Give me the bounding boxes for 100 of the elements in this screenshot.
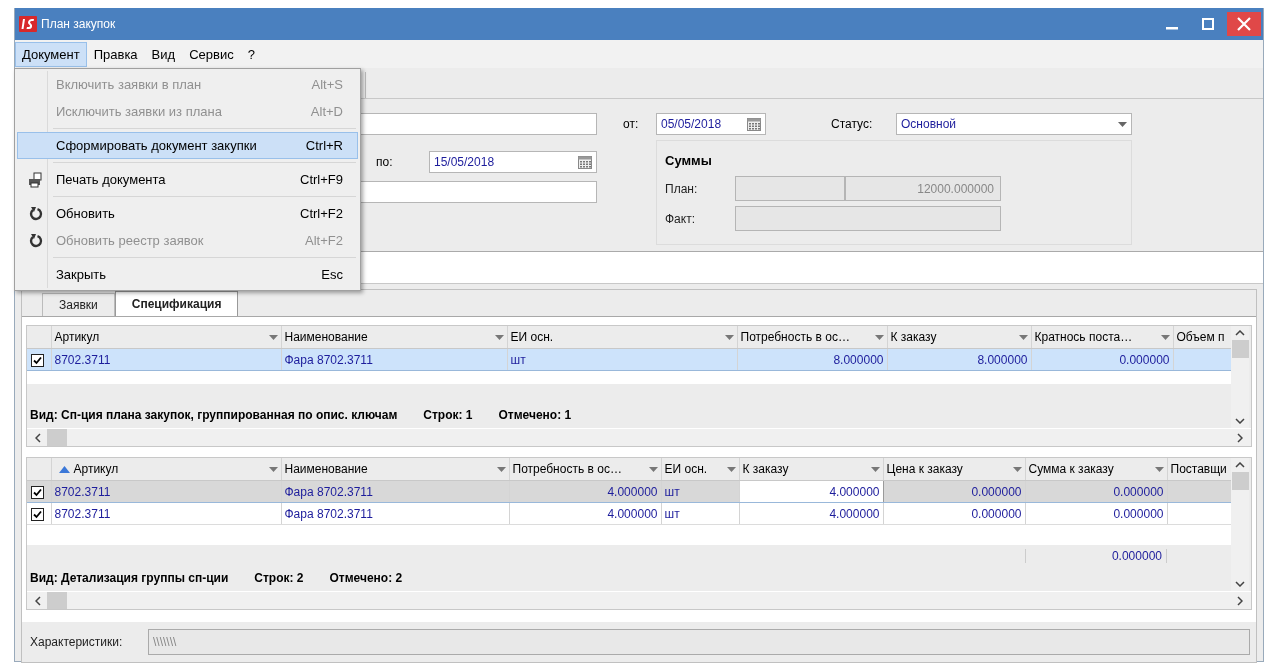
row-checkbox[interactable] <box>31 507 44 521</box>
filter-icon[interactable] <box>1154 466 1164 472</box>
row-checkbox[interactable] <box>31 353 44 367</box>
table-cell: 8702.3711 <box>51 480 281 503</box>
marked-count: Отмечено: 1 <box>498 408 572 422</box>
vertical-scrollbar[interactable] <box>1231 326 1249 428</box>
column-header[interactable]: Кратнось поста… <box>1031 326 1173 349</box>
column-header[interactable]: Поставщи <box>1167 458 1231 481</box>
marked-count: Отмечено: 2 <box>329 571 403 585</box>
row-checkbox[interactable] <box>31 485 44 499</box>
refresh-icon <box>29 233 43 248</box>
scroll-left-icon[interactable] <box>35 595 41 606</box>
filter-icon[interactable] <box>1160 334 1170 340</box>
window-title: План закупок <box>41 17 116 31</box>
filter-icon[interactable] <box>1012 466 1022 472</box>
table-cell: 0.000000 <box>1031 348 1173 371</box>
refresh-icon <box>29 206 43 221</box>
table-cell: 0.000000 <box>883 480 1025 503</box>
filter-icon[interactable] <box>724 334 734 340</box>
horizontal-scrollbar[interactable] <box>27 591 1251 609</box>
column-header[interactable]: Потребность в ос… <box>509 458 661 481</box>
filter-icon[interactable] <box>496 466 506 472</box>
field-label: от: <box>623 117 640 131</box>
scroll-up-icon[interactable] <box>1235 330 1245 336</box>
table-cell: 8702.3711 <box>51 348 281 371</box>
table-cell: шт <box>507 348 737 371</box>
filter-icon[interactable] <box>870 466 880 472</box>
menu-item[interactable]: ? <box>240 41 262 67</box>
section-title: Суммы <box>665 153 713 168</box>
tab[interactable]: Спецификация <box>114 291 239 316</box>
table-cell: 4.000000 <box>509 502 661 525</box>
column-header[interactable]: Объем п <box>1173 326 1231 349</box>
menu-item[interactable]: Документ <box>15 41 87 67</box>
field-label: Факт: <box>665 211 696 226</box>
column-header[interactable]: К заказу <box>739 458 883 481</box>
date-field[interactable]: 05/05/2018 <box>656 113 766 135</box>
column-header[interactable]: Артикул <box>51 326 281 349</box>
menu-item[interactable]: Печать документа Ctrl+F9 <box>17 166 358 193</box>
total-value: 0.000000 <box>1025 549 1167 563</box>
filter-icon[interactable] <box>494 334 504 340</box>
table-cell: шт <box>661 502 739 525</box>
scroll-right-icon[interactable] <box>1237 432 1243 443</box>
field-label: Статус: <box>831 117 874 131</box>
text-field[interactable] <box>361 251 1263 284</box>
scroll-up-icon[interactable] <box>1235 462 1245 468</box>
column-header[interactable]: Наименование <box>281 458 509 481</box>
vertical-scrollbar[interactable] <box>1231 458 1249 591</box>
plan-sum-field: 12000.000000 <box>845 176 1001 201</box>
column-header[interactable]: Потребность в ос… <box>737 326 887 349</box>
filter-icon[interactable] <box>726 466 736 472</box>
scroll-left-icon[interactable] <box>35 432 41 443</box>
close-icon <box>1237 17 1251 31</box>
scroll-down-icon[interactable] <box>1235 581 1245 587</box>
table-cell: шт <box>661 480 739 503</box>
column-header[interactable]: Наименование <box>281 326 507 349</box>
column-header[interactable]: ЕИ осн. <box>661 458 739 481</box>
filter-icon[interactable] <box>874 334 884 340</box>
table-cell: Фара 8702.3711 <box>281 348 507 371</box>
printer-icon <box>28 171 44 188</box>
calendar-icon[interactable] <box>747 117 761 131</box>
column-header[interactable]: ЕИ осн. <box>507 326 737 349</box>
field-label: Характеристики: <box>30 635 124 649</box>
date-field[interactable]: 15/05/2018 <box>429 151 597 173</box>
table-cell: 8702.3711 <box>51 502 281 525</box>
column-header[interactable]: Цена к заказу <box>883 458 1025 481</box>
column-header[interactable]: К заказу <box>887 326 1031 349</box>
table-cell: 0.000000 <box>883 502 1025 525</box>
menu-item[interactable]: Сервис <box>182 41 241 67</box>
filter-icon[interactable] <box>268 466 278 472</box>
menu-item[interactable]: Закрыть Esc <box>17 261 358 288</box>
horizontal-scrollbar[interactable] <box>27 428 1251 446</box>
scroll-down-icon[interactable] <box>1235 418 1245 424</box>
scroll-thumb[interactable] <box>1231 472 1249 490</box>
table-cell: 0.000000 <box>1025 480 1167 503</box>
scroll-thumb[interactable] <box>47 429 67 446</box>
status-dropdown[interactable]: Основной <box>896 113 1132 135</box>
tab[interactable]: Заявки <box>42 293 115 316</box>
scroll-thumb[interactable] <box>47 592 67 609</box>
sort-ascending-icon <box>58 465 70 473</box>
column-header[interactable]: Сумма к заказу <box>1025 458 1167 481</box>
field-label: План: <box>665 181 699 196</box>
filter-icon[interactable] <box>268 334 278 340</box>
table-cell: 8.000000 <box>737 348 887 371</box>
menu-item[interactable]: Правка <box>86 41 145 67</box>
table-cell: 8.000000 <box>887 348 1031 371</box>
table-cell: Фара 8702.3711 <box>281 502 509 525</box>
menu-item[interactable]: Вид <box>144 41 183 67</box>
calendar-icon[interactable] <box>578 155 592 169</box>
menu-item[interactable]: Сформировать документ закупки Ctrl+R <box>17 132 358 159</box>
dropdown-arrow-icon <box>1118 121 1127 127</box>
row-count: Строк: 1 <box>423 408 473 422</box>
scroll-right-icon[interactable] <box>1237 595 1243 606</box>
filter-icon[interactable] <box>648 466 658 472</box>
filter-icon[interactable] <box>1018 334 1028 340</box>
column-header[interactable]: Артикул <box>51 458 281 481</box>
table-cell: Фара 8702.3711 <box>281 480 509 503</box>
close-button[interactable] <box>1227 12 1261 36</box>
scroll-thumb[interactable] <box>1231 340 1249 358</box>
menu-item[interactable]: Обновить Ctrl+F2 <box>17 200 358 227</box>
view-name: Вид: Детализация группы сп-ции <box>30 571 229 585</box>
